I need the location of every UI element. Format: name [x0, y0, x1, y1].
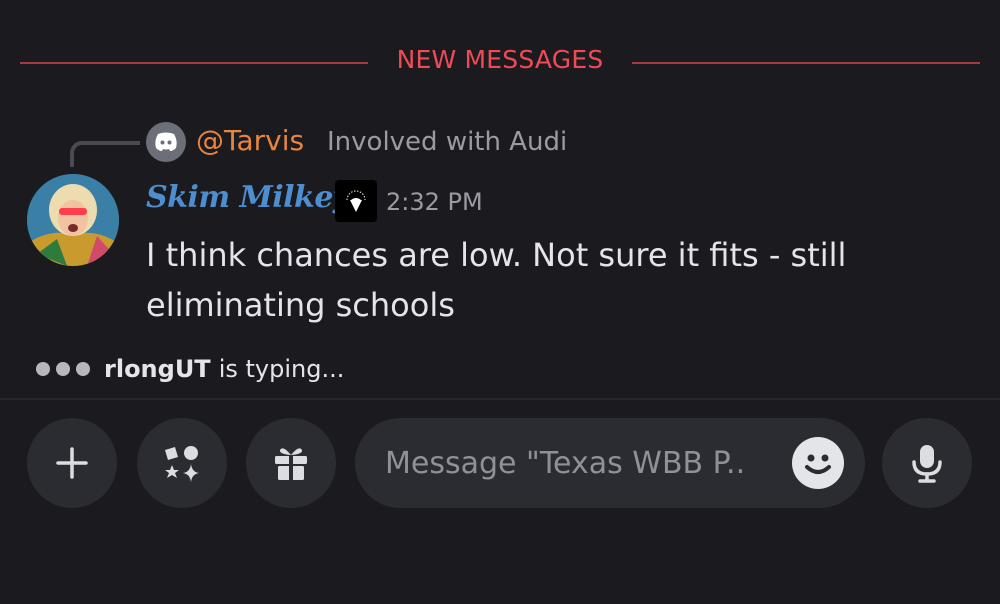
message-composer[interactable] — [355, 418, 865, 508]
message-author[interactable]: Skim Milkey — [146, 180, 350, 215]
gift-icon — [275, 448, 307, 481]
typing-indicator: rlongUT is typing... — [36, 353, 344, 385]
voice-message-button[interactable] — [882, 418, 972, 508]
message-text: I think chances are low. Not sure it fit… — [146, 236, 847, 324]
typing-user: rlongUT — [104, 355, 211, 383]
divider-line-left — [20, 62, 368, 64]
emoji-button[interactable] — [792, 437, 844, 489]
message-input[interactable] — [385, 438, 785, 488]
add-attachment-button[interactable] — [27, 418, 117, 508]
discord-icon — [146, 122, 186, 162]
new-messages-divider: NEW MESSAGES — [20, 45, 980, 74]
plus-icon — [56, 447, 88, 479]
microphone-icon — [912, 445, 942, 483]
reply-author[interactable]: @Tarvis — [196, 124, 304, 157]
reply-snippet[interactable]: Involved with Audi — [327, 127, 567, 157]
message-timestamp: 2:32 PM — [386, 188, 483, 216]
avatar[interactable] — [27, 174, 119, 266]
apps-button[interactable] — [137, 418, 227, 508]
new-messages-label: NEW MESSAGES — [396, 45, 604, 74]
apps-icon — [165, 446, 199, 482]
typing-suffix: is typing... — [218, 355, 345, 383]
smiley-icon — [805, 454, 831, 474]
reply-connector — [70, 141, 140, 167]
gift-button[interactable] — [246, 418, 336, 508]
divider-line-right — [632, 62, 980, 64]
input-separator — [0, 398, 1000, 400]
server-badge-icon — [335, 180, 377, 222]
typing-dots-icon — [36, 362, 90, 376]
